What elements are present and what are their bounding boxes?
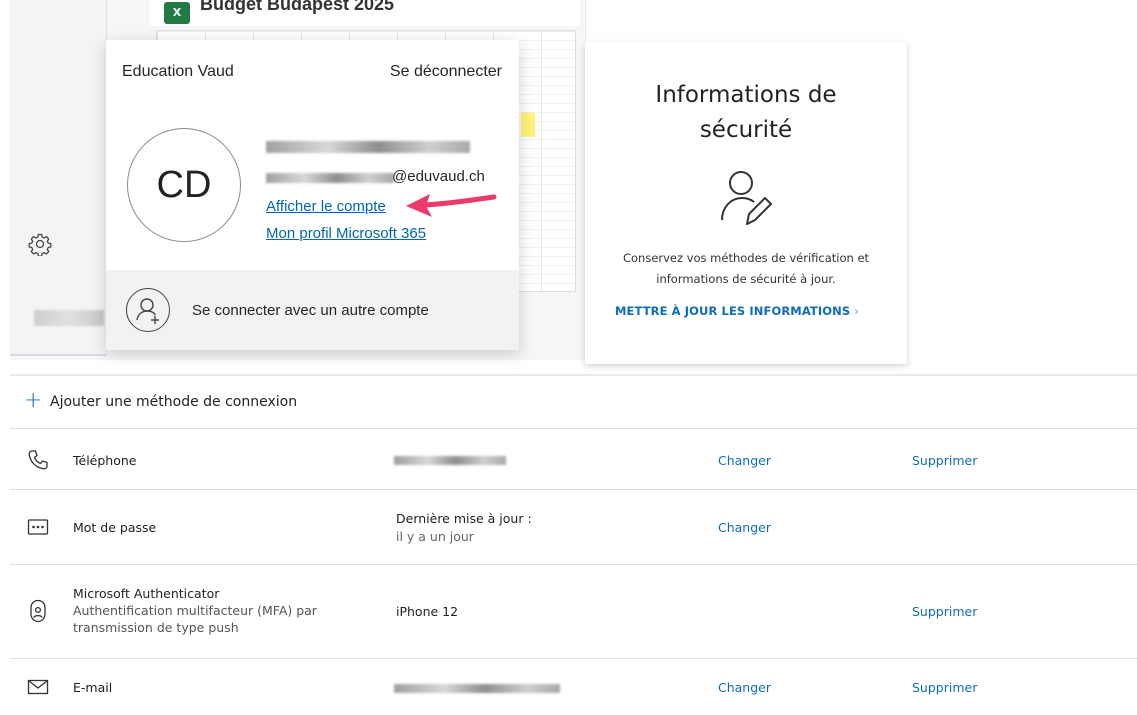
method-name: Téléphone: [73, 453, 137, 468]
blurred-user-name: [266, 141, 470, 153]
gear-icon[interactable]: [26, 232, 54, 260]
add-method-label: Ajouter une méthode de connexion: [50, 394, 298, 410]
plus-icon: +: [24, 388, 43, 413]
email-icon: [27, 679, 49, 695]
arrow-annotation-icon: [406, 194, 497, 217]
highlighted-cells: [521, 113, 535, 137]
delete-authenticator-button[interactable]: Supprimer: [912, 604, 977, 619]
method-row-password: Mot de passe Dernière mise à jour : il y…: [10, 490, 1137, 565]
sign-in-methods-list: + Ajouter une méthode de connexion Télép…: [10, 374, 1137, 715]
delete-email-button[interactable]: Supprimer: [912, 680, 977, 695]
method-row-authenticator: Microsoft Authenticator Authentification…: [10, 565, 1137, 659]
authenticator-name-block: Microsoft Authenticator Authentification…: [73, 585, 333, 636]
excel-icon: X: [164, 2, 190, 24]
blurred-phone-number: [394, 456, 506, 465]
change-password-button[interactable]: Changer: [718, 520, 771, 535]
method-description: Authentification multifacteur (MFA) par …: [73, 603, 317, 635]
security-card-description: Conservez vos méthodes de vérification e…: [622, 251, 870, 286]
security-info-card: Informations de sécurité Conservez vos m…: [585, 42, 907, 364]
method-name: E-mail: [73, 680, 113, 695]
view-account-link[interactable]: Afficher le compte: [266, 198, 386, 215]
phone-icon: [28, 450, 48, 470]
security-card-title: Informations de sécurité: [655, 82, 837, 143]
blurred-email-address: [394, 684, 560, 693]
user-edit-icon: [721, 171, 772, 225]
delete-phone-button[interactable]: Supprimer: [912, 453, 977, 468]
update-info-link[interactable]: METTRE À JOUR LES INFORMATIONS ›: [615, 304, 859, 318]
password-last-updated: Dernière mise à jour : il y a un jour: [396, 510, 532, 546]
change-phone-button[interactable]: Changer: [718, 453, 771, 468]
change-email-button[interactable]: Changer: [718, 680, 771, 695]
blurred-sidebar-text: [34, 310, 104, 326]
blurred-email: [266, 173, 394, 183]
password-icon: [27, 519, 49, 535]
chevron-right-icon: ›: [854, 304, 859, 318]
last-updated-label: Dernière mise à jour :: [396, 511, 532, 526]
sidebar-divider: [10, 354, 106, 356]
device-name: iPhone 12: [396, 604, 459, 619]
add-account-icon: [126, 288, 170, 332]
add-method-button[interactable]: + Ajouter une méthode de connexion: [10, 376, 1137, 429]
method-row-email: E-mail Changer Supprimer: [10, 659, 1137, 715]
organization-name: Education Vaud: [122, 63, 234, 80]
email-suffix: @eduvaud.ch: [392, 168, 485, 185]
excel-document-title: Budget Budapest 2025: [200, 0, 395, 14]
last-updated-value: il y a un jour: [396, 529, 474, 544]
avatar: CD: [127, 128, 241, 242]
method-row-phone: Téléphone Changer Supprimer: [10, 429, 1137, 490]
microsoft-profile-link[interactable]: Mon profil Microsoft 365: [266, 225, 426, 242]
method-name: Mot de passe: [73, 520, 157, 535]
other-account-button[interactable]: Se connecter avec un autre compte: [106, 270, 519, 350]
method-name: Microsoft Authenticator: [73, 586, 220, 601]
other-account-label: Se connecter avec un autre compte: [192, 302, 429, 319]
authenticator-icon: [30, 599, 46, 623]
background-sidebar: [10, 0, 107, 356]
update-info-label: METTRE À JOUR LES INFORMATIONS: [615, 304, 851, 318]
sign-out-button[interactable]: Se déconnecter: [390, 63, 502, 81]
